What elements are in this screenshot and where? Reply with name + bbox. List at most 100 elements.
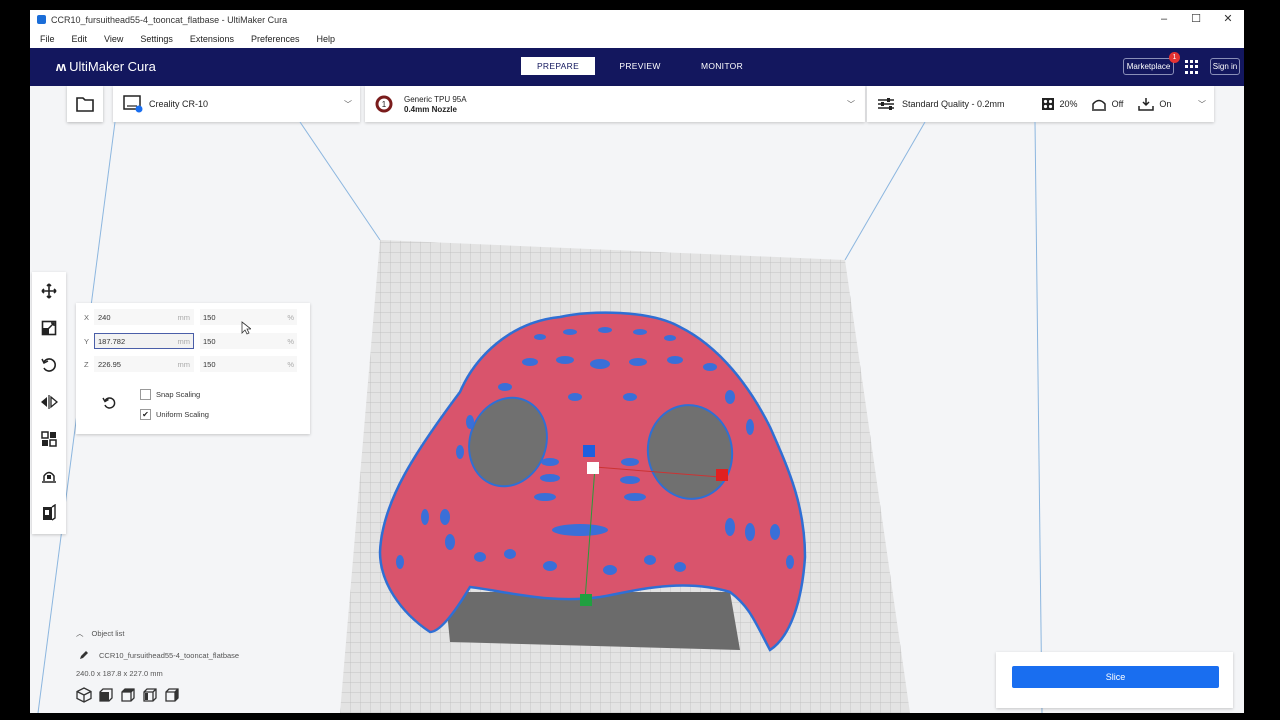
support-value: Off — [1111, 99, 1124, 109]
cura-window: CCR10_fursuithead55-4_tooncat_flatbase -… — [30, 10, 1244, 713]
object-list-item[interactable]: CCR10_fursuithead55-4_tooncat_flatbase — [76, 650, 239, 660]
cube-tab-icon — [43, 503, 56, 521]
uniform-scaling-label: Uniform Scaling — [156, 410, 209, 419]
material-name: Generic TPU 95A — [404, 94, 467, 104]
reset-scale-icon[interactable] — [102, 396, 116, 410]
scale-handle-z — [583, 445, 595, 457]
printer-icon — [123, 95, 143, 113]
scale-y-percent-input[interactable]: 150 % — [200, 333, 297, 349]
axis-label-y: Y — [84, 336, 90, 346]
scale-z-mm-input[interactable]: 226.95 mm — [94, 356, 194, 372]
cube-left-icon — [143, 688, 157, 702]
view-front-button[interactable] — [98, 687, 114, 708]
tab-preview[interactable]: PREVIEW — [603, 57, 677, 75]
menu-extensions[interactable]: Extensions — [190, 34, 234, 44]
close-button[interactable]: ✕ — [1212, 10, 1244, 29]
view-3d-button[interactable] — [76, 687, 92, 708]
minimize-button[interactable]: – — [1148, 10, 1180, 29]
tab-prepare[interactable]: PREPARE — [521, 57, 595, 75]
uniform-scaling-option[interactable]: ✔ Uniform Scaling — [140, 409, 209, 420]
marketplace-button[interactable]: Marketplace — [1123, 58, 1174, 75]
logo-text: UltiMaker Cura — [69, 59, 156, 74]
menu-help[interactable]: Help — [316, 34, 335, 44]
mouse-cursor-icon — [241, 321, 251, 335]
title-bar: CCR10_fursuithead55-4_tooncat_flatbase -… — [30, 10, 1244, 29]
unit-mm: mm — [177, 312, 191, 322]
folder-icon — [76, 97, 94, 112]
scale-x-mm-input[interactable]: 240 mm — [94, 309, 194, 325]
snap-scaling-option[interactable]: Snap Scaling — [140, 389, 200, 400]
view-left-button[interactable] — [142, 687, 158, 708]
object-list-header[interactable]: ︿ Object list — [76, 628, 239, 639]
snap-scaling-label: Snap Scaling — [156, 390, 201, 399]
infill-icon — [1041, 98, 1054, 110]
apps-grid-icon[interactable] — [1185, 60, 1199, 74]
snap-scaling-checkbox[interactable] — [140, 389, 151, 400]
scale-y-mm-input[interactable]: 187.782 mm — [94, 333, 194, 349]
tab-antiwarping-tool[interactable] — [32, 494, 66, 531]
chevron-down-icon: ﹀ — [344, 100, 352, 109]
support-blocker-tool[interactable] — [32, 457, 66, 494]
scale-tool[interactable] — [32, 309, 66, 346]
cura-app-icon — [37, 15, 46, 24]
marketplace-badge: 1 — [1169, 52, 1180, 63]
rotate-icon — [41, 357, 56, 372]
view-right-button[interactable] — [164, 687, 180, 708]
support-icon — [1091, 99, 1106, 111]
app-header: ʍ UltiMaker Cura PREPARE PREVIEW MONITOR… — [30, 48, 1244, 86]
menu-preferences[interactable]: Preferences — [251, 34, 300, 44]
extruder-icon: 1 — [375, 95, 393, 113]
scale-z-percent-input[interactable]: 150 % — [200, 356, 297, 372]
menu-settings[interactable]: Settings — [140, 34, 173, 44]
scale-row-y: Y 187.782 mm 150 % — [84, 333, 297, 349]
rotate-tool[interactable] — [32, 346, 66, 383]
open-file-button[interactable] — [67, 86, 103, 122]
stage-tabs: PREPARE PREVIEW MONITOR — [521, 57, 767, 75]
mirror-tool[interactable] — [32, 383, 66, 420]
menu-edit[interactable]: Edit — [72, 34, 88, 44]
scale-z-percent-value: 150 — [203, 359, 216, 369]
uniform-scaling-checkbox[interactable]: ✔ — [140, 409, 151, 420]
scale-panel: X 240 mm 150 % Y 187.782 mm 150 % Z 226.… — [76, 303, 310, 434]
maximize-button[interactable]: ☐ — [1180, 10, 1212, 29]
slice-button[interactable]: Slice — [1012, 666, 1219, 688]
object-list: ︿ Object list CCR10_fursuithead55-4_toon… — [76, 628, 239, 678]
move-tool[interactable] — [32, 272, 66, 309]
app-logo: ʍ UltiMaker Cura — [56, 59, 156, 74]
print-settings-selector[interactable]: Standard Quality - 0.2mm 20% Off On ﹀ — [867, 86, 1214, 122]
sign-in-button[interactable]: Sign in — [1210, 58, 1240, 75]
slice-panel: Slice — [996, 652, 1233, 708]
scale-y-mm-value: 187.782 — [98, 336, 126, 346]
cube-3d-icon — [76, 687, 92, 703]
tab-monitor[interactable]: MONITOR — [685, 57, 759, 75]
cube-front-icon — [99, 688, 113, 702]
mirror-icon — [41, 394, 58, 409]
scale-row-z: Z 226.95 mm 150 % — [84, 356, 297, 372]
scale-handle-y — [580, 594, 592, 606]
scale-z-mm-value: 226.95 — [98, 359, 121, 369]
scale-x-percent-value: 150 — [203, 312, 216, 322]
unit-percent: % — [287, 312, 294, 322]
window-controls: – ☐ ✕ — [1148, 10, 1244, 29]
chevron-down-icon: ﹀ — [1198, 100, 1206, 109]
per-model-settings-tool[interactable] — [32, 420, 66, 457]
scale-icon — [41, 320, 57, 335]
scale-y-percent-value: 150 — [203, 336, 216, 346]
view-top-button[interactable] — [120, 687, 136, 708]
unit-mm: mm — [177, 336, 191, 346]
object-file-name: CCR10_fursuithead55-4_tooncat_flatbase — [99, 650, 240, 660]
menu-file[interactable]: File — [40, 34, 55, 44]
printer-selector[interactable]: Creality CR-10 ﹀ — [113, 86, 360, 122]
model-base — [445, 592, 740, 650]
scale-row-x: X 240 mm 150 % — [84, 309, 297, 325]
object-list-label: Object list — [91, 629, 125, 638]
cube-right-icon — [165, 688, 179, 702]
ultimaker-logo-icon: ʍ — [56, 59, 66, 74]
sliders-icon — [878, 98, 894, 110]
material-selector[interactable]: 1 Generic TPU 95A 0.4mm Nozzle ﹀ — [365, 86, 865, 122]
menu-view[interactable]: View — [104, 34, 123, 44]
chevron-up-icon: ︿ — [76, 629, 84, 638]
axis-label-z: Z — [84, 359, 89, 369]
cube-top-icon — [121, 688, 135, 702]
unit-mm: mm — [177, 359, 191, 369]
